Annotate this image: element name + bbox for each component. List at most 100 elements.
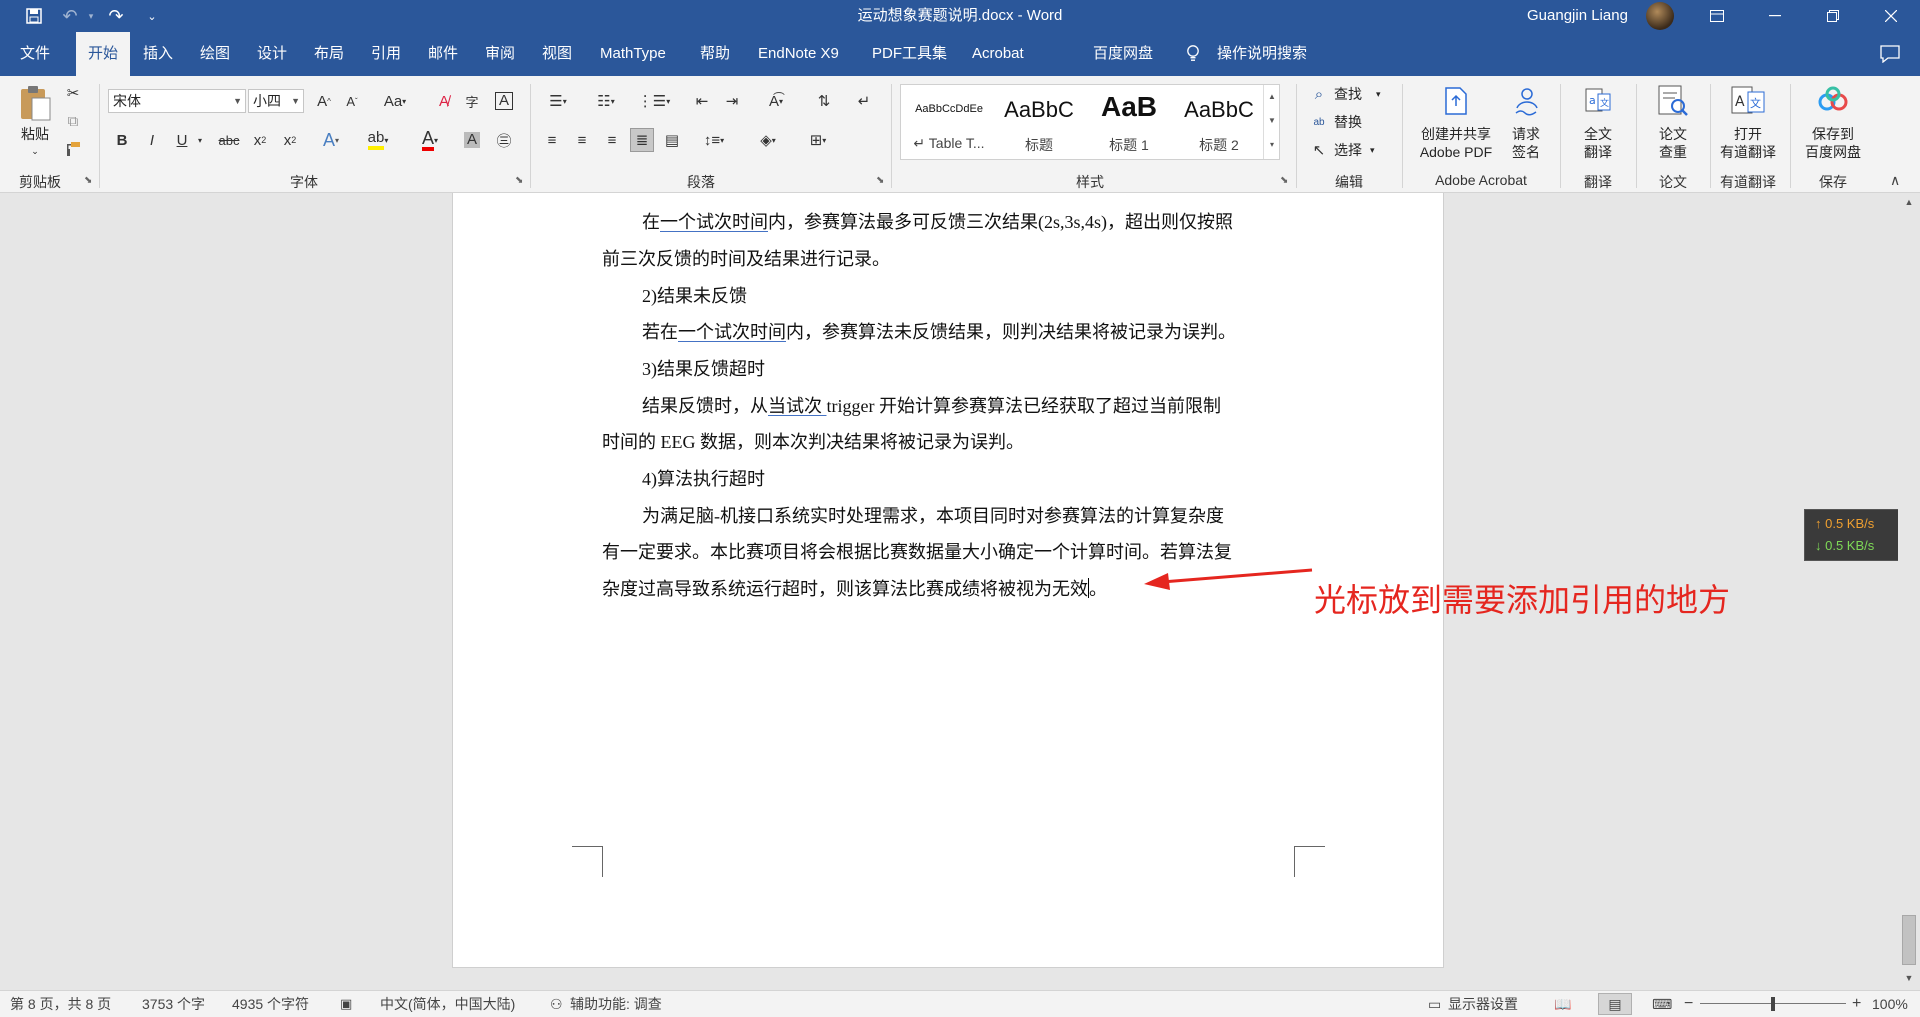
chinese-layout-icon[interactable]: A͡ ▾: [758, 89, 794, 113]
tab-design[interactable]: 设计: [257, 32, 287, 76]
youdao-label-line2[interactable]: 有道翻译: [1712, 143, 1784, 161]
request-sign-label-line1[interactable]: 请求: [1506, 125, 1546, 143]
collapse-ribbon-icon[interactable]: ∧: [1890, 172, 1906, 188]
clear-formatting-icon[interactable]: A̸: [432, 89, 456, 113]
paste-label[interactable]: 粘贴: [18, 125, 52, 143]
tab-home[interactable]: 开始: [76, 32, 130, 76]
tab-baidu-netdisk[interactable]: 百度网盘: [1093, 32, 1153, 76]
zoom-in-icon[interactable]: +: [1852, 991, 1861, 1017]
character-shading-icon[interactable]: A: [460, 128, 484, 152]
shading-icon[interactable]: ◈ ▾: [750, 128, 786, 152]
close-icon[interactable]: [1868, 0, 1914, 32]
save-baidu-label-line2[interactable]: 百度网盘: [1796, 143, 1870, 161]
highlight-color-icon[interactable]: ab ▾: [360, 128, 396, 152]
justify-icon[interactable]: ≣: [630, 128, 654, 152]
zoom-level[interactable]: 100%: [1872, 991, 1908, 1017]
style-heading-1[interactable]: AaB 标题 1: [1085, 87, 1173, 157]
customize-toolbar-icon[interactable]: ⌄: [144, 0, 160, 32]
save-icon[interactable]: [20, 0, 48, 32]
paste-dropdown-icon[interactable]: ⌄: [30, 142, 40, 160]
paper-check-label-line1[interactable]: 论文: [1651, 125, 1695, 143]
underlined-term[interactable]: 当试次: [768, 396, 827, 416]
vertical-scrollbar[interactable]: ▲ ▼: [1898, 193, 1920, 990]
paragraph-launcher-icon[interactable]: ⬊: [876, 176, 886, 186]
paper-check-label-line2[interactable]: 查重: [1651, 143, 1695, 161]
borders-icon[interactable]: ⊞ ▾: [800, 128, 836, 152]
translate-label-line2[interactable]: 翻译: [1576, 143, 1620, 161]
shrink-font-icon[interactable]: Aˇ: [340, 89, 364, 113]
change-case-icon[interactable]: Aa ▾: [378, 89, 412, 113]
underlined-term[interactable]: 一个试次时间: [660, 212, 768, 232]
create-pdf-icon[interactable]: [1443, 86, 1469, 116]
text-effects-icon[interactable]: A ▾: [314, 128, 348, 152]
show-hide-marks-icon[interactable]: ↵: [852, 89, 876, 113]
create-pdf-label-line1[interactable]: 创建并共享: [1410, 125, 1502, 143]
tab-pdf-tools[interactable]: PDF工具集: [872, 32, 947, 76]
request-sign-label-line2[interactable]: 签名: [1506, 143, 1546, 161]
language[interactable]: 中文(简体，中国大陆): [380, 991, 515, 1017]
underlined-term[interactable]: 一个试次时间: [678, 322, 786, 342]
numbering-icon[interactable]: ☷ ▾: [588, 89, 624, 113]
tab-endnote[interactable]: EndNote X9: [758, 32, 839, 76]
tab-insert[interactable]: 插入: [143, 32, 173, 76]
zoom-slider-thumb[interactable]: [1771, 997, 1775, 1011]
underline-icon[interactable]: U: [170, 128, 194, 152]
display-settings[interactable]: 显示器设置: [1448, 991, 1518, 1017]
replace-icon[interactable]: ab: [1310, 112, 1328, 132]
find-icon[interactable]: ⌕: [1310, 84, 1328, 104]
undo-icon[interactable]: ↶: [56, 0, 84, 32]
accessibility-status[interactable]: 辅助功能: 调查: [570, 991, 662, 1017]
character-border-icon[interactable]: A: [492, 89, 516, 113]
underline-dropdown-icon[interactable]: ▾: [194, 128, 206, 152]
subscript-icon[interactable]: x2: [248, 128, 272, 152]
tab-draw[interactable]: 绘图: [200, 32, 230, 76]
font-size-combo[interactable]: 小四 ▼: [248, 89, 304, 113]
tab-acrobat[interactable]: Acrobat: [972, 32, 1024, 76]
redo-icon[interactable]: ↷: [102, 0, 130, 32]
restore-icon[interactable]: [1810, 0, 1856, 32]
save-baidu-label-line1[interactable]: 保存到: [1796, 125, 1870, 143]
scroll-up-icon[interactable]: ▲: [1902, 195, 1916, 209]
phonetic-guide-icon[interactable]: 字: [460, 89, 484, 113]
format-painter-icon[interactable]: [62, 138, 84, 160]
avatar[interactable]: [1646, 2, 1674, 30]
tab-review[interactable]: 审阅: [485, 32, 515, 76]
enclose-characters-icon[interactable]: ㊂: [492, 128, 516, 152]
scroll-thumb[interactable]: [1902, 915, 1916, 965]
tab-mailings[interactable]: 邮件: [428, 32, 458, 76]
tab-references[interactable]: 引用: [371, 32, 401, 76]
find-dropdown-icon[interactable]: ▾: [1376, 85, 1381, 103]
web-layout-icon[interactable]: ⌨: [1652, 991, 1672, 1017]
print-layout-icon[interactable]: ▤: [1598, 993, 1632, 1015]
bold-icon[interactable]: B: [110, 128, 134, 152]
strikethrough-icon[interactable]: abc: [214, 128, 244, 152]
replace-label[interactable]: 替换: [1334, 113, 1362, 131]
find-label[interactable]: 查找: [1334, 85, 1362, 103]
tab-mathtype[interactable]: MathType: [600, 32, 666, 76]
increase-indent-icon[interactable]: ⇥: [720, 89, 744, 113]
select-icon[interactable]: ↖: [1310, 140, 1328, 160]
multilevel-list-icon[interactable]: ⋮☰ ▾: [636, 89, 672, 113]
line-spacing-icon[interactable]: ↕≡ ▾: [696, 128, 732, 152]
select-label[interactable]: 选择: [1334, 141, 1362, 159]
char-count[interactable]: 4935 个字符: [232, 991, 309, 1017]
tab-file[interactable]: 文件: [20, 32, 50, 76]
font-color-icon[interactable]: A ▾: [412, 128, 448, 152]
decrease-indent-icon[interactable]: ⇤: [690, 89, 714, 113]
align-right-icon[interactable]: ≡: [600, 128, 624, 152]
tab-view[interactable]: 视图: [542, 32, 572, 76]
paste-icon[interactable]: [18, 84, 52, 122]
page-count[interactable]: 第 8 页，共 8 页: [10, 991, 111, 1017]
ribbon-display-options-icon[interactable]: [1694, 0, 1740, 32]
paper-check-icon[interactable]: [1656, 84, 1690, 118]
select-dropdown-icon[interactable]: ▾: [1370, 141, 1375, 159]
superscript-icon[interactable]: x2: [278, 128, 302, 152]
italic-icon[interactable]: I: [140, 128, 164, 152]
proofing-icon[interactable]: ▣: [340, 991, 352, 1017]
tab-help[interactable]: 帮助: [700, 32, 730, 76]
full-text-translate-icon[interactable]: a文: [1584, 86, 1612, 116]
align-center-icon[interactable]: ≡: [570, 128, 594, 152]
translate-label-line1[interactable]: 全文: [1576, 125, 1620, 143]
style-heading-2[interactable]: AaBbC 标题 2: [1175, 87, 1263, 157]
undo-dropdown-icon[interactable]: ▾: [84, 0, 98, 32]
